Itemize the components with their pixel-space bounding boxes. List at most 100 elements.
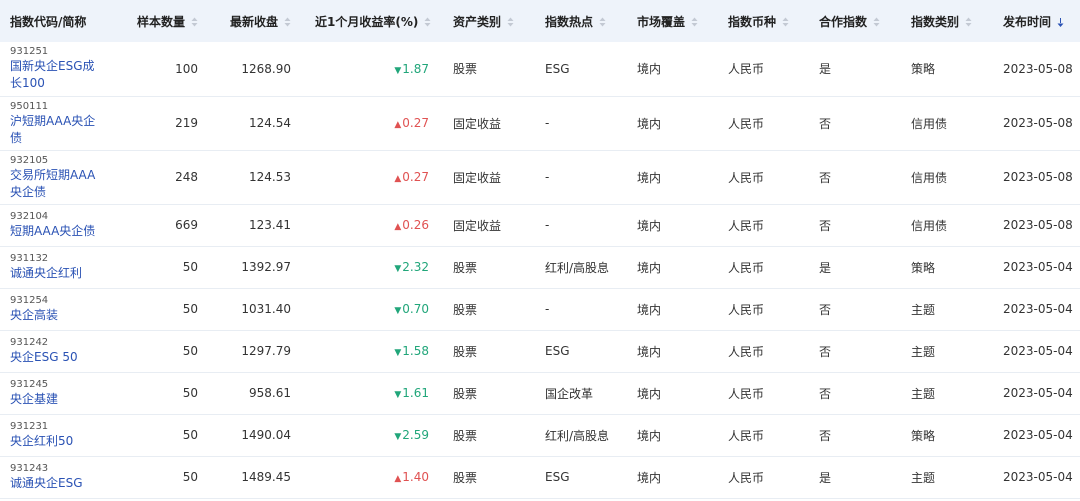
column-header-hot-topic[interactable]: 指数热点 [535,0,627,42]
index-name-link[interactable]: 央企基建 [10,391,100,408]
sort-icon[interactable] [599,17,606,27]
index-code-name-cell: 931251 国新央企ESG成长100 [0,42,112,96]
sample-count-cell: 50 [182,302,198,316]
sort-icon[interactable] [782,17,789,27]
index-name-link[interactable]: 诚通央企ESG [10,475,100,492]
market-cell: 境内 [637,302,662,317]
cooperative-cell: 是 [819,62,832,77]
index-name-link[interactable]: 沪短期AAA央企债 [10,113,100,147]
month-return-value: 2.32 [402,260,429,274]
column-header-label: 合作指数 [819,14,868,29]
table-row[interactable]: 932105 交易所短期AAA央企债 248 124.53 ▲0.27 固定收益 - 境内 人民… [0,150,1080,204]
column-header-currency[interactable]: 指数币种 [718,0,809,42]
index-code-name-cell: 931243 诚通央企ESG [0,456,112,498]
latest-close-cell: 1392.97 [241,260,291,274]
triangle-down-icon: ▼ [394,306,402,316]
market-cell: 境内 [637,62,662,77]
hot-topic-cell: ESG [545,344,570,358]
month-return-value: 1.61 [402,386,429,400]
index-code: 950111 [10,100,49,112]
column-header-asset-class[interactable]: 资产类别 [443,0,535,42]
table-row[interactable]: 931245 央企基建 50 958.61 ▼1.61 股票 国企改革 境内 人民币 否 主题 202… [0,372,1080,414]
column-header-label: 指数热点 [545,14,594,29]
index-code-name-cell: 950111 沪短期AAA央企债 [0,96,112,150]
currency-cell: 人民币 [728,386,765,401]
column-header-latest-close[interactable]: 最新收盘 [212,0,305,42]
sort-icon[interactable] [507,17,514,27]
column-header-sample-count[interactable]: 样本数量 [112,0,212,42]
sort-icon[interactable] [873,17,880,27]
column-header-code-name: 指数代码/简称 [0,0,112,42]
column-header-label: 资产类别 [453,14,502,29]
column-header-cooperative[interactable]: 合作指数 [809,0,901,42]
index-type-cell: 策略 [911,260,936,275]
asset-class-cell: 股票 [453,428,478,443]
table-row[interactable]: 931132 诚通央企红利 50 1392.97 ▼2.32 股票 红利/高股息 境内 人民币 是… [0,246,1080,288]
table-row[interactable]: 932104 短期AAA央企债 669 123.41 ▲0.26 固定收益 - 境内 人民币 否 信… [0,204,1080,246]
triangle-up-icon: ▲ [394,120,402,130]
market-cell: 境内 [637,386,662,401]
sort-icon[interactable] [424,17,431,27]
sample-count-cell: 100 [175,61,198,76]
market-cell: 境内 [637,344,662,359]
table-row[interactable]: 931251 国新央企ESG成长100 100 1268.90 ▼1.87 股票 ESG 境内… [0,42,1080,96]
hot-topic-cell: - [545,302,550,316]
latest-close-cell: 1268.90 [241,61,291,76]
asset-class-cell: 股票 [453,344,478,359]
latest-close-cell: 124.54 [249,116,291,130]
sort-desc-icon[interactable] [1057,17,1064,27]
table-row[interactable]: 931231 央企红利50 50 1490.04 ▼2.59 股票 红利/高股息 境内 人民币 否… [0,414,1080,456]
currency-cell: 人民币 [728,116,765,131]
column-header-label: 指数代码/简称 [10,14,87,29]
index-name-link[interactable]: 央企高装 [10,307,100,324]
sort-icon[interactable] [965,17,972,27]
column-header-index-type[interactable]: 指数类别 [901,0,993,42]
market-cell: 境内 [637,170,662,185]
currency-cell: 人民币 [728,470,765,485]
index-code-name-cell: 931242 央企ESG 50 [0,330,112,372]
table-row[interactable]: 931243 诚通央企ESG 50 1489.45 ▲1.40 股票 ESG 境内 人民币 是 主题… [0,456,1080,498]
latest-close-cell: 1297.79 [241,344,291,358]
month-return-value: 0.26 [402,218,429,232]
index-type-cell: 信用债 [911,116,948,131]
month-return-value: 0.70 [402,302,429,316]
latest-close-cell: 1490.04 [241,428,291,442]
column-header-publish-date[interactable]: 发布时间 [993,0,1080,42]
month-return-cell: ▲0.27 [305,150,443,204]
index-code-name-cell: 932105 交易所短期AAA央企债 [0,150,112,204]
column-header-month-return[interactable]: 近1个月收益率(%) [305,0,443,42]
index-code: 931132 [10,253,49,264]
publish-date-cell: 2023-05-04 [1003,344,1073,358]
table-row[interactable]: 950111 沪短期AAA央企债 219 124.54 ▲0.27 固定收益 - 境内 人民币 否… [0,96,1080,150]
sample-count-cell: 50 [182,428,198,442]
market-cell: 境内 [637,260,662,275]
triangle-down-icon: ▼ [394,390,402,400]
index-name-link[interactable]: 诚通央企红利 [10,265,100,282]
index-type-cell: 主题 [911,470,936,485]
table-row[interactable]: 931254 央企高装 50 1031.40 ▼0.70 股票 - 境内 人民币 否 主题 2023-… [0,288,1080,330]
sort-icon[interactable] [191,17,198,27]
table-row[interactable]: 931242 央企ESG 50 50 1297.79 ▼1.58 股票 ESG 境内 人民币 否 主… [0,330,1080,372]
sort-icon[interactable] [284,17,291,27]
index-name-link[interactable]: 交易所短期AAA央企债 [10,167,100,201]
index-name-link[interactable]: 国新央企ESG成长100 [10,58,100,92]
month-return-cell: ▼1.58 [305,330,443,372]
publish-date-cell: 2023-05-08 [1003,218,1073,232]
triangle-down-icon: ▼ [394,65,402,76]
index-type-cell: 策略 [911,428,936,443]
index-code: 931254 [10,295,49,306]
index-type-cell: 信用债 [911,170,948,185]
cooperative-cell: 否 [819,218,832,233]
publish-date-cell: 2023-05-08 [1003,170,1073,184]
sort-icon[interactable] [691,17,698,27]
month-return-cell: ▼1.87 [305,42,443,96]
asset-class-cell: 固定收益 [453,170,502,185]
index-name-link[interactable]: 央企红利50 [10,433,100,450]
asset-class-cell: 固定收益 [453,116,502,131]
publish-date-cell: 2023-05-04 [1003,428,1073,442]
index-name-link[interactable]: 央企ESG 50 [10,349,100,366]
column-header-market[interactable]: 市场覆盖 [627,0,718,42]
sample-count-cell: 248 [175,170,198,184]
index-code: 931242 [10,337,49,348]
index-name-link[interactable]: 短期AAA央企债 [10,223,100,240]
